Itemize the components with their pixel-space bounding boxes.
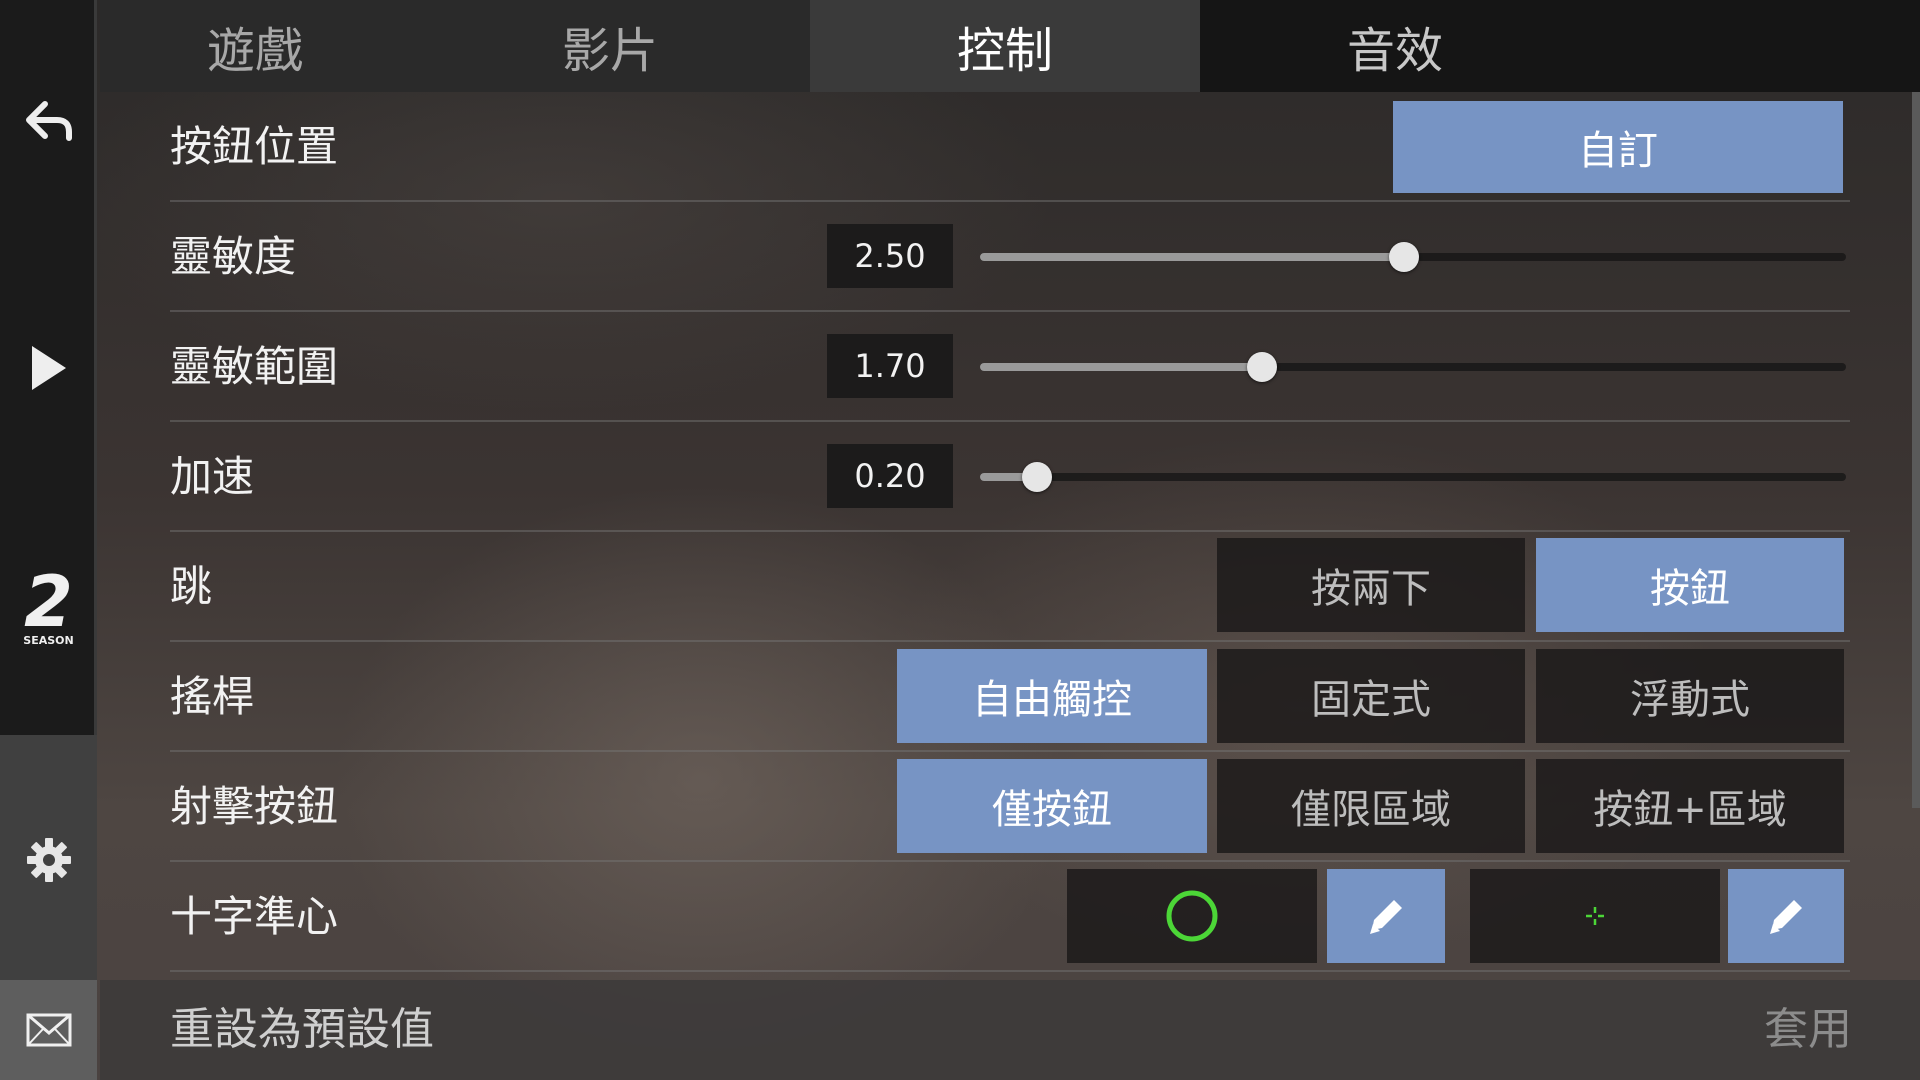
joystick-floating-button[interactable]: 浮動式 xyxy=(1536,649,1844,743)
bottom-bar: 重設為預設值 套用 xyxy=(100,980,1920,1080)
crosshair-secondary-edit-button[interactable] xyxy=(1728,869,1844,963)
slider-fill xyxy=(980,253,1404,261)
crosshair-label: 十字準心 xyxy=(170,892,339,941)
acceleration-label: 加速 xyxy=(170,452,255,501)
slider-fill xyxy=(980,363,1262,371)
jump-label: 跳 xyxy=(170,562,213,611)
fire-button-only-button[interactable]: 僅按鈕 xyxy=(897,759,1207,853)
back-button[interactable] xyxy=(0,80,97,164)
season-badge[interactable]: 2 SEASON xyxy=(0,561,97,647)
sensitivity-range-label: 靈敏範圍 xyxy=(170,342,339,391)
apply-button[interactable]: 套用 xyxy=(1764,980,1852,1080)
slider-thumb[interactable] xyxy=(1247,352,1277,382)
sensitivity-range-slider[interactable] xyxy=(980,352,1846,382)
back-arrow-icon xyxy=(25,101,72,141)
row-sensitivity: 靈敏度 2.50 xyxy=(170,202,1850,312)
tab-game[interactable]: 遊戲 xyxy=(100,0,410,92)
mail-button[interactable] xyxy=(0,990,97,1070)
joystick-label: 搖桿 xyxy=(170,672,255,721)
row-joystick: 搖桿 自由觸控 固定式 浮動式 xyxy=(170,642,1850,752)
fire-button-label: 射擊按鈕 xyxy=(170,782,339,831)
slider-thumb[interactable] xyxy=(1022,462,1052,492)
tab-video[interactable]: 影片 xyxy=(410,0,810,92)
row-acceleration: 加速 0.20 xyxy=(170,422,1850,532)
tab-audio[interactable]: 音效 xyxy=(1200,0,1590,92)
crosshair-primary-edit-button[interactable] xyxy=(1327,869,1445,963)
play-icon xyxy=(31,346,66,390)
fire-button-plus-area-button[interactable]: 按鈕+區域 xyxy=(1536,759,1844,853)
gear-icon xyxy=(26,838,71,882)
settings-button[interactable] xyxy=(0,815,97,905)
sensitivity-label: 靈敏度 xyxy=(170,232,297,281)
play-button[interactable] xyxy=(0,320,97,416)
row-button-position: 按鈕位置 自訂 xyxy=(170,92,1850,202)
jump-button-option[interactable]: 按鈕 xyxy=(1536,538,1844,632)
acceleration-value[interactable]: 0.20 xyxy=(827,444,953,508)
sensitivity-range-value[interactable]: 1.70 xyxy=(827,334,953,398)
joystick-free-touch-button[interactable]: 自由觸控 xyxy=(897,649,1207,743)
tab-bar: 遊戲 影片 控制 音效 xyxy=(100,0,1920,92)
crosshair-secondary-preview[interactable] xyxy=(1470,869,1720,963)
row-sensitivity-range: 靈敏範圍 1.70 xyxy=(170,312,1850,422)
pencil-icon xyxy=(1770,900,1802,934)
sensitivity-slider[interactable] xyxy=(980,242,1846,272)
row-jump: 跳 按兩下 按鈕 xyxy=(170,532,1850,642)
season-label: SEASON xyxy=(23,634,74,647)
sensitivity-value[interactable]: 2.50 xyxy=(827,224,953,288)
fire-area-only-button[interactable]: 僅限區域 xyxy=(1217,759,1525,853)
mail-icon xyxy=(26,1013,71,1047)
tab-control[interactable]: 控制 xyxy=(810,0,1200,92)
row-fire-button: 射擊按鈕 僅按鈕 僅限區域 按鈕+區域 xyxy=(170,752,1850,862)
jump-double-tap-button[interactable]: 按兩下 xyxy=(1217,538,1525,632)
slider-track xyxy=(980,473,1846,481)
button-position-custom-button[interactable]: 自訂 xyxy=(1393,101,1843,193)
circle-crosshair-icon xyxy=(1166,890,1218,942)
row-crosshair: 十字準心 xyxy=(170,862,1850,972)
joystick-fixed-button[interactable]: 固定式 xyxy=(1217,649,1525,743)
reset-defaults-button[interactable]: 重設為預設值 xyxy=(170,980,434,1080)
small-cross-crosshair-icon xyxy=(1586,907,1604,925)
tab-bar-filler xyxy=(1590,0,1920,92)
pencil-icon xyxy=(1370,900,1402,934)
scrollbar[interactable] xyxy=(1912,92,1920,808)
season-number: 2 xyxy=(24,561,73,643)
acceleration-slider[interactable] xyxy=(980,462,1846,492)
crosshair-primary-preview[interactable] xyxy=(1067,869,1317,963)
slider-thumb[interactable] xyxy=(1389,242,1419,272)
left-sidebar: 2 SEASON xyxy=(0,0,97,1080)
button-position-label: 按鈕位置 xyxy=(170,122,339,171)
